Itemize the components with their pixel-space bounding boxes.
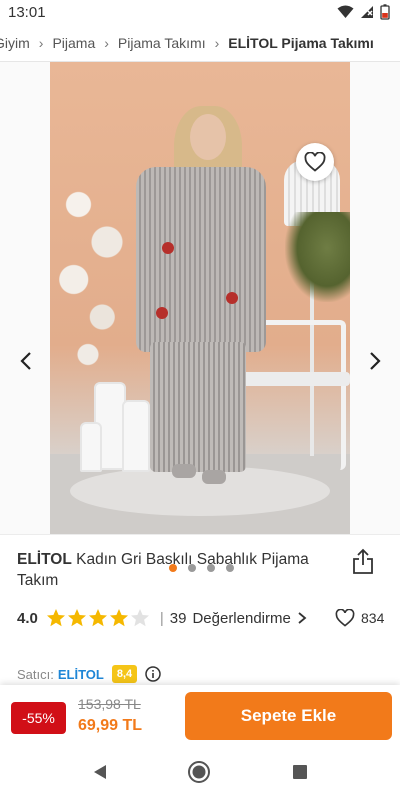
rating-stars <box>46 608 150 628</box>
home-button[interactable] <box>187 760 211 784</box>
image-lantern <box>80 422 102 472</box>
share-button[interactable] <box>350 548 376 576</box>
breadcrumb-item-pijama-takimi[interactable]: Pijama Takımı <box>118 35 206 51</box>
star-filled-icon <box>88 609 107 627</box>
recents-button[interactable] <box>288 760 312 784</box>
breadcrumb: Giyim › Pijama › Pijama Takımı › ELİTOL … <box>0 24 400 62</box>
status-time: 13:01 <box>8 3 46 21</box>
chevron-left-icon <box>20 352 31 370</box>
chevron-right-icon: › <box>38 34 44 51</box>
rating-score: 4.0 <box>17 609 38 627</box>
share-icon <box>353 548 373 574</box>
back-icon <box>94 765 106 779</box>
system-navigation-bar <box>0 743 400 800</box>
image-rug <box>70 466 330 516</box>
reviews-link[interactable]: Değerlendirme <box>192 610 290 627</box>
rating-row: 4.0 | 39 Değerlendirme <box>17 606 387 630</box>
product-image[interactable] <box>50 62 350 534</box>
chevron-right-icon: › <box>214 34 220 51</box>
chevron-right-icon <box>370 352 381 370</box>
old-price: 153,98 TL <box>78 696 141 712</box>
breadcrumb-item-giyim[interactable]: Giyim <box>0 35 30 51</box>
seller-score-badge: 8,4 <box>111 665 138 683</box>
divider <box>0 534 400 535</box>
info-icon[interactable] <box>145 666 161 682</box>
status-bar: 13:01 <box>0 0 400 24</box>
next-image-button[interactable] <box>360 346 390 376</box>
add-to-cart-button[interactable]: Sepete Ekle <box>185 692 392 740</box>
status-icons <box>337 4 390 20</box>
product-title: ELİTOL Kadın Gri Baskılı Sabahlık Pijama… <box>17 549 337 591</box>
star-filled-icon <box>46 609 65 627</box>
image-print <box>156 307 168 319</box>
review-separator: | <box>159 609 164 627</box>
current-price: 69,99 TL <box>78 717 143 734</box>
image-print <box>162 242 174 254</box>
favorite-count[interactable]: 834 <box>335 606 384 630</box>
recents-icon <box>293 765 307 779</box>
image-plant <box>285 212 350 302</box>
image-model-robe <box>136 167 266 352</box>
heart-icon <box>335 609 355 627</box>
image-print <box>226 292 238 304</box>
discount-badge: -55% <box>11 702 66 734</box>
review-count[interactable]: 39 <box>170 610 187 627</box>
favorite-button[interactable] <box>296 143 334 181</box>
home-icon <box>188 761 210 783</box>
signal-icon <box>361 6 373 18</box>
back-button[interactable] <box>88 760 112 784</box>
breadcrumb-item-pijama[interactable]: Pijama <box>52 35 95 51</box>
chevron-right-icon: › <box>104 34 109 51</box>
favorite-count-value: 834 <box>361 610 385 626</box>
star-empty-icon <box>130 609 149 627</box>
wifi-icon <box>337 5 354 18</box>
seller-label: Satıcı: <box>17 666 54 682</box>
chevron-right-icon[interactable] <box>296 611 308 625</box>
star-filled-icon <box>67 609 86 627</box>
image-slipper <box>202 470 226 484</box>
image-blossom <box>50 142 145 392</box>
product-gallery[interactable] <box>0 62 400 578</box>
breadcrumb-item-current[interactable]: ELİTOL Pijama Takımı <box>228 35 374 51</box>
product-brand[interactable]: ELİTOL <box>17 551 72 568</box>
image-model-trousers <box>150 342 246 472</box>
previous-image-button[interactable] <box>11 346 41 376</box>
seller-row: Satıcı: ELİTOL 8,4 <box>17 663 161 685</box>
heart-icon <box>304 152 326 172</box>
image-slipper <box>172 464 196 478</box>
battery-icon <box>380 4 390 20</box>
seller-name-link[interactable]: ELİTOL <box>58 667 104 682</box>
star-filled-icon <box>109 609 128 627</box>
image-lantern <box>122 400 150 472</box>
image-model-head <box>190 114 226 160</box>
buy-bar: -55% 153,98 TL 69,99 TL Sepete Ekle <box>0 685 400 743</box>
